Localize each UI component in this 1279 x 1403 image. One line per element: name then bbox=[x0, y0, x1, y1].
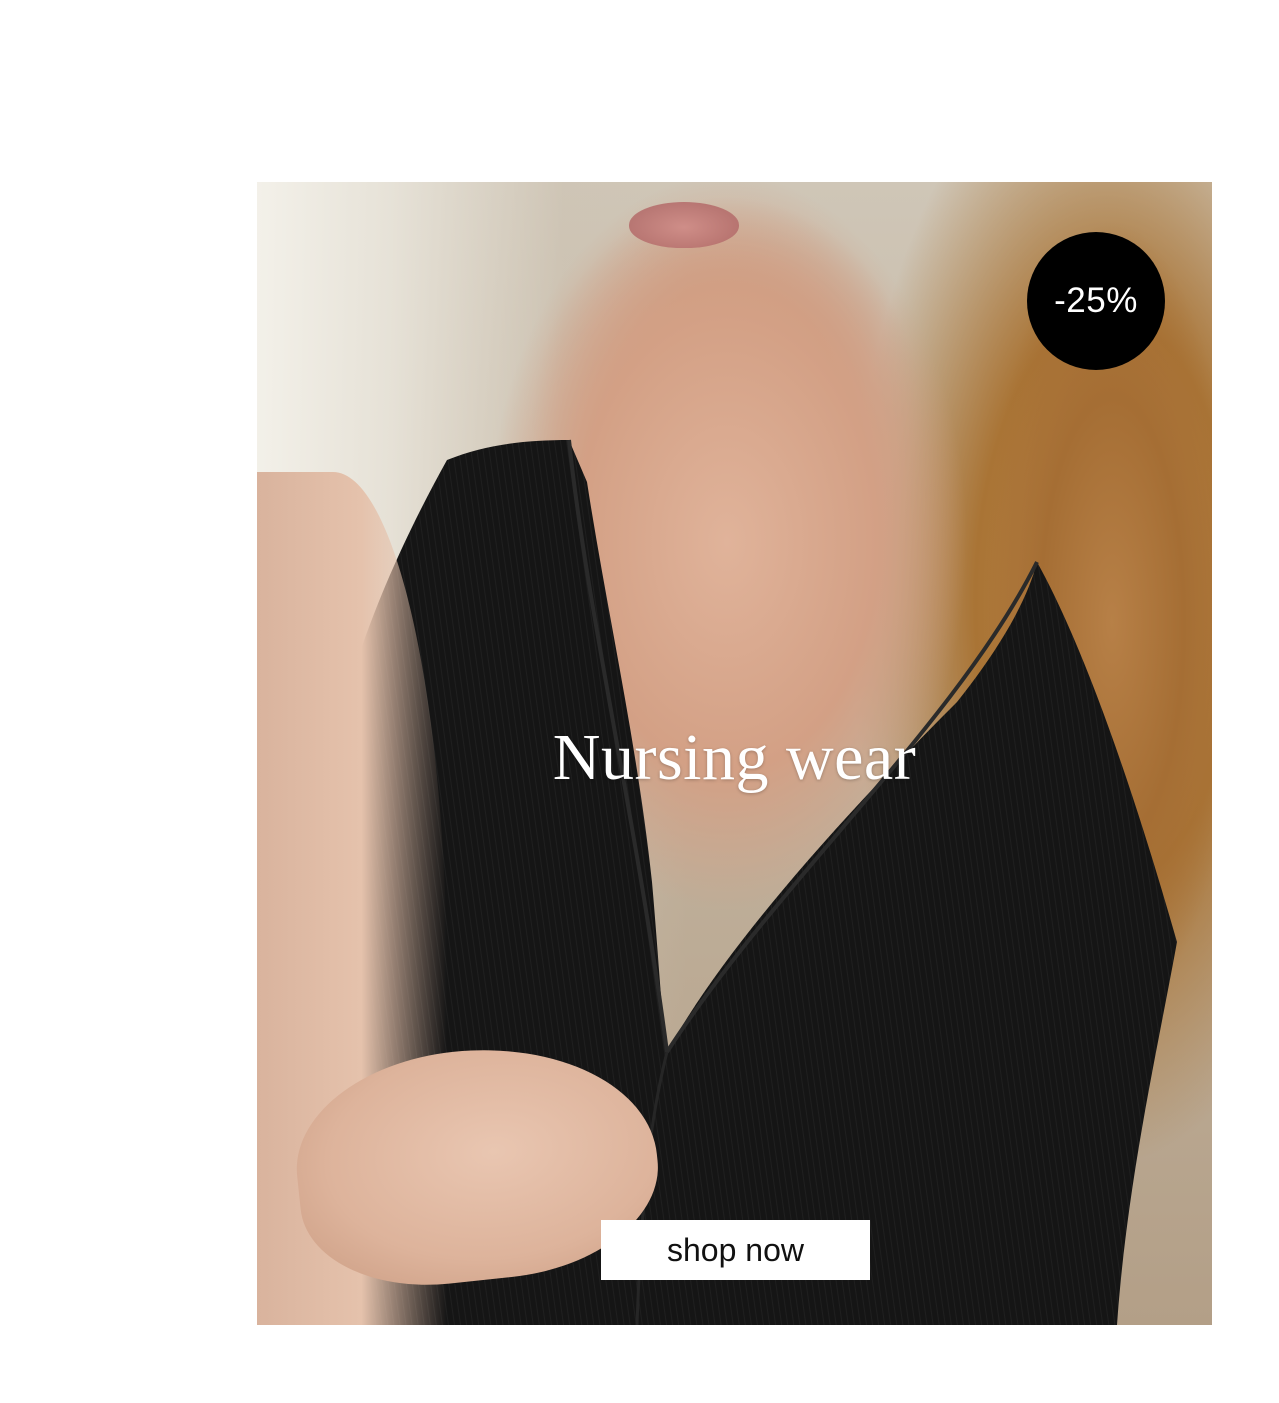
promo-title: Nursing wear bbox=[552, 721, 917, 794]
shop-now-button[interactable]: shop now bbox=[601, 1220, 870, 1280]
promo-card[interactable]: -25% Nursing wear shop now bbox=[257, 182, 1212, 1325]
discount-badge: -25% bbox=[1027, 232, 1165, 370]
discount-badge-text: -25% bbox=[1054, 281, 1138, 320]
email-page: -25% Nursing wear shop now bbox=[0, 0, 1279, 1403]
